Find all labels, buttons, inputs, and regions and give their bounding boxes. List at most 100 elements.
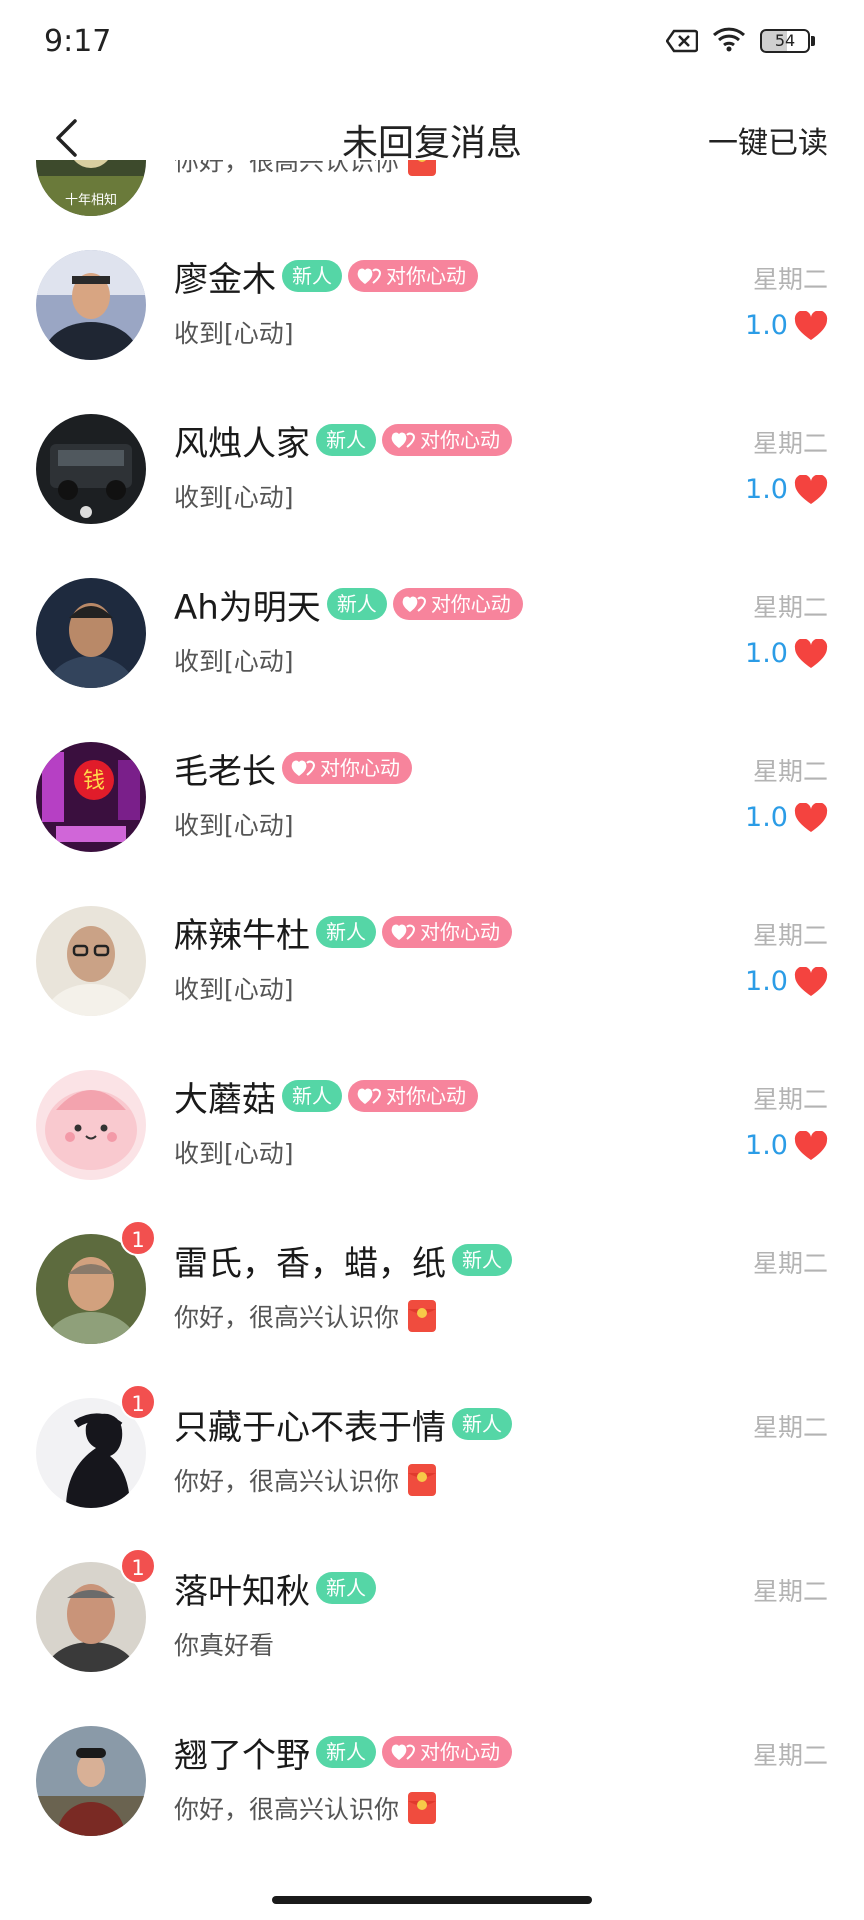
double-heart-icon	[357, 1088, 382, 1104]
user-name: 大蘑菇	[174, 1079, 276, 1120]
message-preview: 你好，很高兴认识你	[174, 1462, 437, 1498]
chevron-left-icon	[56, 119, 77, 157]
heart-icon	[794, 310, 828, 340]
name-line: 风烛人家 新人 对你心动	[174, 418, 512, 464]
double-heart-icon	[402, 596, 426, 612]
double-heart-icon	[357, 268, 382, 284]
message-time: 星期二	[752, 1085, 828, 1114]
list-item[interactable]: 1 落叶知秋 新人 你真好看 星期二	[0, 1542, 864, 1706]
user-name: 只藏于心不表于情	[174, 1407, 446, 1448]
list-item[interactable]: 翘了个野 新人 对你心动 你好，很高兴认识你 星期二	[0, 1706, 864, 1860]
heart-icon	[794, 1130, 828, 1160]
list-item[interactable]: 麻辣牛杜 新人 对你心动 收到[心动] 星期二 1.0	[0, 886, 864, 1050]
message-preview: 收到[心动]	[174, 975, 294, 1004]
name-line: 只藏于心不表于情 新人	[174, 1402, 512, 1448]
home-indicator[interactable]	[272, 1896, 592, 1904]
message-time: 星期二	[752, 265, 828, 294]
message-time: 星期二	[752, 1741, 828, 1770]
user-name: 雷氏，香，蜡，纸	[174, 1243, 446, 1284]
unreplied-message-list[interactable]: 十年相知 你好，很高兴认识你 廖金木 新人 对你心动 收到[心动] 星期二 1.…	[0, 160, 864, 1860]
message-time: 星期二	[752, 1249, 828, 1278]
battery-icon: 54	[760, 29, 815, 53]
status-bar: 9:17 54	[0, 0, 864, 90]
user-name: Ah为明天	[174, 587, 321, 628]
avatar	[36, 578, 146, 688]
unread-badge: 1	[120, 1384, 156, 1420]
message-preview: 收到[心动]	[174, 647, 294, 676]
list-item[interactable]: Ah为明天 新人 对你心动 收到[心动] 星期二 1.0	[0, 558, 864, 722]
new-user-tag: 新人	[326, 588, 387, 620]
heart-tag: 对你心动	[392, 588, 523, 620]
red-packet-icon	[407, 1299, 437, 1333]
avatar	[36, 1070, 146, 1180]
new-user-tag: 新人	[452, 1408, 512, 1440]
message-time: 星期二	[752, 757, 828, 786]
avatar-text: 钱	[83, 769, 105, 794]
message-time: 星期二	[752, 921, 828, 950]
name-line: 翘了个野 新人 对你心动	[174, 1730, 512, 1776]
status-time: 9:17	[44, 24, 112, 59]
message-preview: 你好，很高兴认识你	[174, 160, 437, 178]
message-preview: 收到[心动]	[174, 1139, 294, 1168]
message-preview: 你真好看	[174, 1631, 275, 1660]
list-item[interactable]: 1 只藏于心不表于情 新人 你好，很高兴认识你 星期二	[0, 1378, 864, 1542]
unread-badge: 1	[120, 1220, 156, 1256]
message-preview: 收到[心动]	[174, 483, 294, 512]
new-user-tag: 新人	[316, 424, 376, 456]
unread-badge: 1	[120, 1548, 156, 1584]
heart-tag: 对你心动	[348, 260, 478, 292]
avatar	[36, 906, 146, 1016]
message-time: 星期二	[752, 1577, 828, 1606]
status-icons: 54	[665, 26, 815, 56]
back-button[interactable]	[40, 110, 92, 166]
heart-score: 1.0	[745, 638, 828, 669]
message-time: 星期二	[752, 429, 828, 458]
heart-tag: 对你心动	[382, 424, 512, 456]
message-time: 星期二	[752, 593, 828, 622]
list-item[interactable]: 1 雷氏，香，蜡，纸 新人 你好，很高兴认识你 星期二	[0, 1214, 864, 1378]
heart-tag: 对你心动	[382, 916, 512, 948]
heart-score: 1.0	[745, 802, 828, 833]
name-line: Ah为明天 新人 对你心动	[174, 582, 523, 628]
list-item[interactable]: 十年相知 你好，很高兴认识你	[0, 160, 864, 230]
list-item[interactable]: 钱 毛老长 对你心动 收到[心动] 星期二 1.0	[0, 722, 864, 886]
double-heart-icon	[291, 760, 316, 776]
heart-score: 1.0	[745, 966, 828, 997]
heart-tag: 对你心动	[382, 1736, 512, 1768]
double-heart-icon	[391, 1744, 416, 1760]
message-preview: 你好，很高兴认识你	[174, 1790, 437, 1826]
double-heart-icon	[391, 432, 416, 448]
new-user-tag: 新人	[316, 1572, 376, 1604]
heart-score: 1.0	[745, 1130, 828, 1161]
heart-icon	[794, 474, 828, 504]
name-line: 麻辣牛杜 新人 对你心动	[174, 910, 512, 956]
avatar-text: 十年相知	[65, 192, 117, 208]
new-user-tag: 新人	[282, 260, 342, 292]
name-line: 毛老长 对你心动	[174, 746, 412, 792]
avatar	[36, 250, 146, 360]
name-line: 落叶知秋 新人	[174, 1566, 376, 1612]
name-line: 廖金木 新人 对你心动	[174, 254, 478, 300]
heart-icon	[794, 802, 828, 832]
message-preview: 你好，很高兴认识你	[174, 1298, 437, 1334]
no-sim-icon	[665, 29, 699, 53]
red-packet-icon	[407, 1791, 437, 1825]
new-user-tag: 新人	[282, 1080, 342, 1112]
list-item[interactable]: 风烛人家 新人 对你心动 收到[心动] 星期二 1.0	[0, 394, 864, 558]
red-packet-icon	[407, 1463, 437, 1497]
user-name: 麻辣牛杜	[174, 915, 310, 956]
wifi-icon	[712, 26, 746, 56]
heart-score: 1.0	[745, 310, 828, 341]
message-preview: 收到[心动]	[174, 811, 294, 840]
double-heart-icon	[391, 924, 416, 940]
user-name: 廖金木	[174, 259, 276, 300]
name-line: 大蘑菇 新人 对你心动	[174, 1074, 478, 1120]
avatar: 钱	[36, 742, 146, 852]
mark-all-read-button[interactable]: 一键已读	[708, 118, 828, 162]
avatar	[36, 1726, 146, 1836]
new-user-tag: 新人	[316, 916, 376, 948]
heart-icon	[794, 966, 828, 996]
user-name: 风烛人家	[174, 423, 310, 464]
list-item[interactable]: 大蘑菇 新人 对你心动 收到[心动] 星期二 1.0	[0, 1050, 864, 1214]
list-item[interactable]: 廖金木 新人 对你心动 收到[心动] 星期二 1.0	[0, 230, 864, 394]
